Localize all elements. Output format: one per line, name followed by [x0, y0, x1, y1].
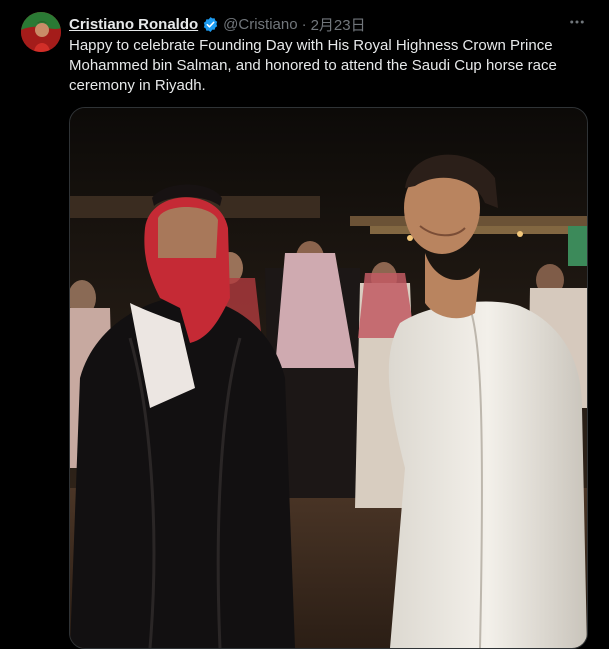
tweet-photo[interactable]	[69, 107, 588, 649]
tweet-text: Happy to celebrate Founding Day with His…	[69, 37, 561, 94]
tweet-date[interactable]: 2月23日	[311, 14, 366, 35]
author-display-name[interactable]: Cristiano Ronaldo	[69, 16, 198, 33]
header-separator: ·	[301, 15, 307, 33]
author-handle[interactable]: @Cristiano	[223, 16, 297, 33]
tweet-header: Cristiano Ronaldo @Cristiano · 2月23日	[69, 14, 366, 34]
tweet-card[interactable]: Cristiano Ronaldo @Cristiano · 2月23日 Hap…	[0, 0, 609, 649]
profile-avatar[interactable]	[21, 12, 61, 52]
avatar-image	[21, 12, 61, 52]
photo-image	[70, 108, 587, 648]
more-horizontal-icon[interactable]	[566, 12, 588, 32]
verified-badge-icon[interactable]	[202, 16, 219, 33]
